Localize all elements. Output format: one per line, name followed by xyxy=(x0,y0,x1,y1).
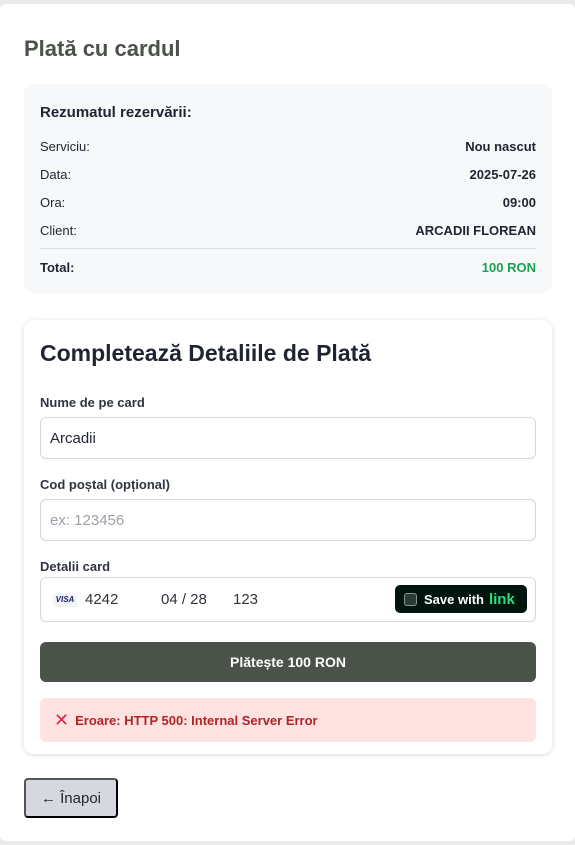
link-save-label: Save with xyxy=(424,591,484,607)
summary-value: 09:00 xyxy=(502,195,536,210)
close-x-icon: ✕ xyxy=(54,709,70,730)
form-title: Completează Detaliile de Plată xyxy=(40,340,372,366)
summary-row-client: Client: ARCADII FLOREAN xyxy=(40,223,536,238)
postal-label: Cod poștal (opțional) xyxy=(40,477,170,492)
summary-value: Nou nascut xyxy=(465,139,536,154)
summary-value: ARCADII FLOREAN xyxy=(415,223,536,238)
summary-label: Data: xyxy=(40,167,72,182)
card-details-label: Detalii card xyxy=(40,559,111,574)
summary-row-total: Total: 100 RON xyxy=(40,260,536,275)
name-label: Nume de pe card xyxy=(40,395,145,410)
back-button[interactable]: ← Înapoi xyxy=(24,778,118,818)
save-with-link-button[interactable]: Save with link xyxy=(395,585,527,613)
page-title: Plată cu cardul xyxy=(24,36,181,61)
total-value: 100 RON xyxy=(481,260,536,275)
summary-value: 2025-07-26 xyxy=(469,167,537,182)
error-message: ✕ Eroare: HTTP 500: Internal Server Erro… xyxy=(40,698,536,742)
payment-page: Plată cu cardul Rezumatul rezervării: Se… xyxy=(0,4,575,841)
card-number-input[interactable]: 4242 xyxy=(85,591,153,608)
error-text: Eroare: HTTP 500: Internal Server Error xyxy=(75,712,318,728)
card-details-field[interactable]: VISA 4242 04 / 28 123 Save with link xyxy=(40,577,536,622)
payment-form-card: Completează Detaliile de Plată Nume de p… xyxy=(24,320,552,754)
total-label: Total: xyxy=(40,260,75,275)
cardholder-name-input[interactable] xyxy=(40,417,536,459)
link-logo: link xyxy=(488,590,515,608)
card-cvc-input[interactable]: 123 xyxy=(233,591,258,608)
booking-summary: Rezumatul rezervării: Serviciu: Nou nasc… xyxy=(24,84,552,293)
summary-row-service: Serviciu: Nou nascut xyxy=(40,139,536,154)
summary-divider xyxy=(40,248,536,249)
visa-card-icon: VISA xyxy=(53,592,77,607)
summary-label: Serviciu: xyxy=(40,139,90,154)
card-expiry-input[interactable]: 04 / 28 xyxy=(161,591,233,608)
summary-heading: Rezumatul rezervării: xyxy=(40,104,192,121)
postal-code-input[interactable] xyxy=(40,499,536,541)
link-checkbox[interactable] xyxy=(404,592,417,606)
summary-label: Ora: xyxy=(40,195,66,210)
pay-button[interactable]: Plătește 100 RON xyxy=(40,642,536,682)
summary-row-date: Data: 2025-07-26 xyxy=(40,167,536,182)
summary-row-time: Ora: 09:00 xyxy=(40,195,536,210)
summary-label: Client: xyxy=(40,223,77,238)
